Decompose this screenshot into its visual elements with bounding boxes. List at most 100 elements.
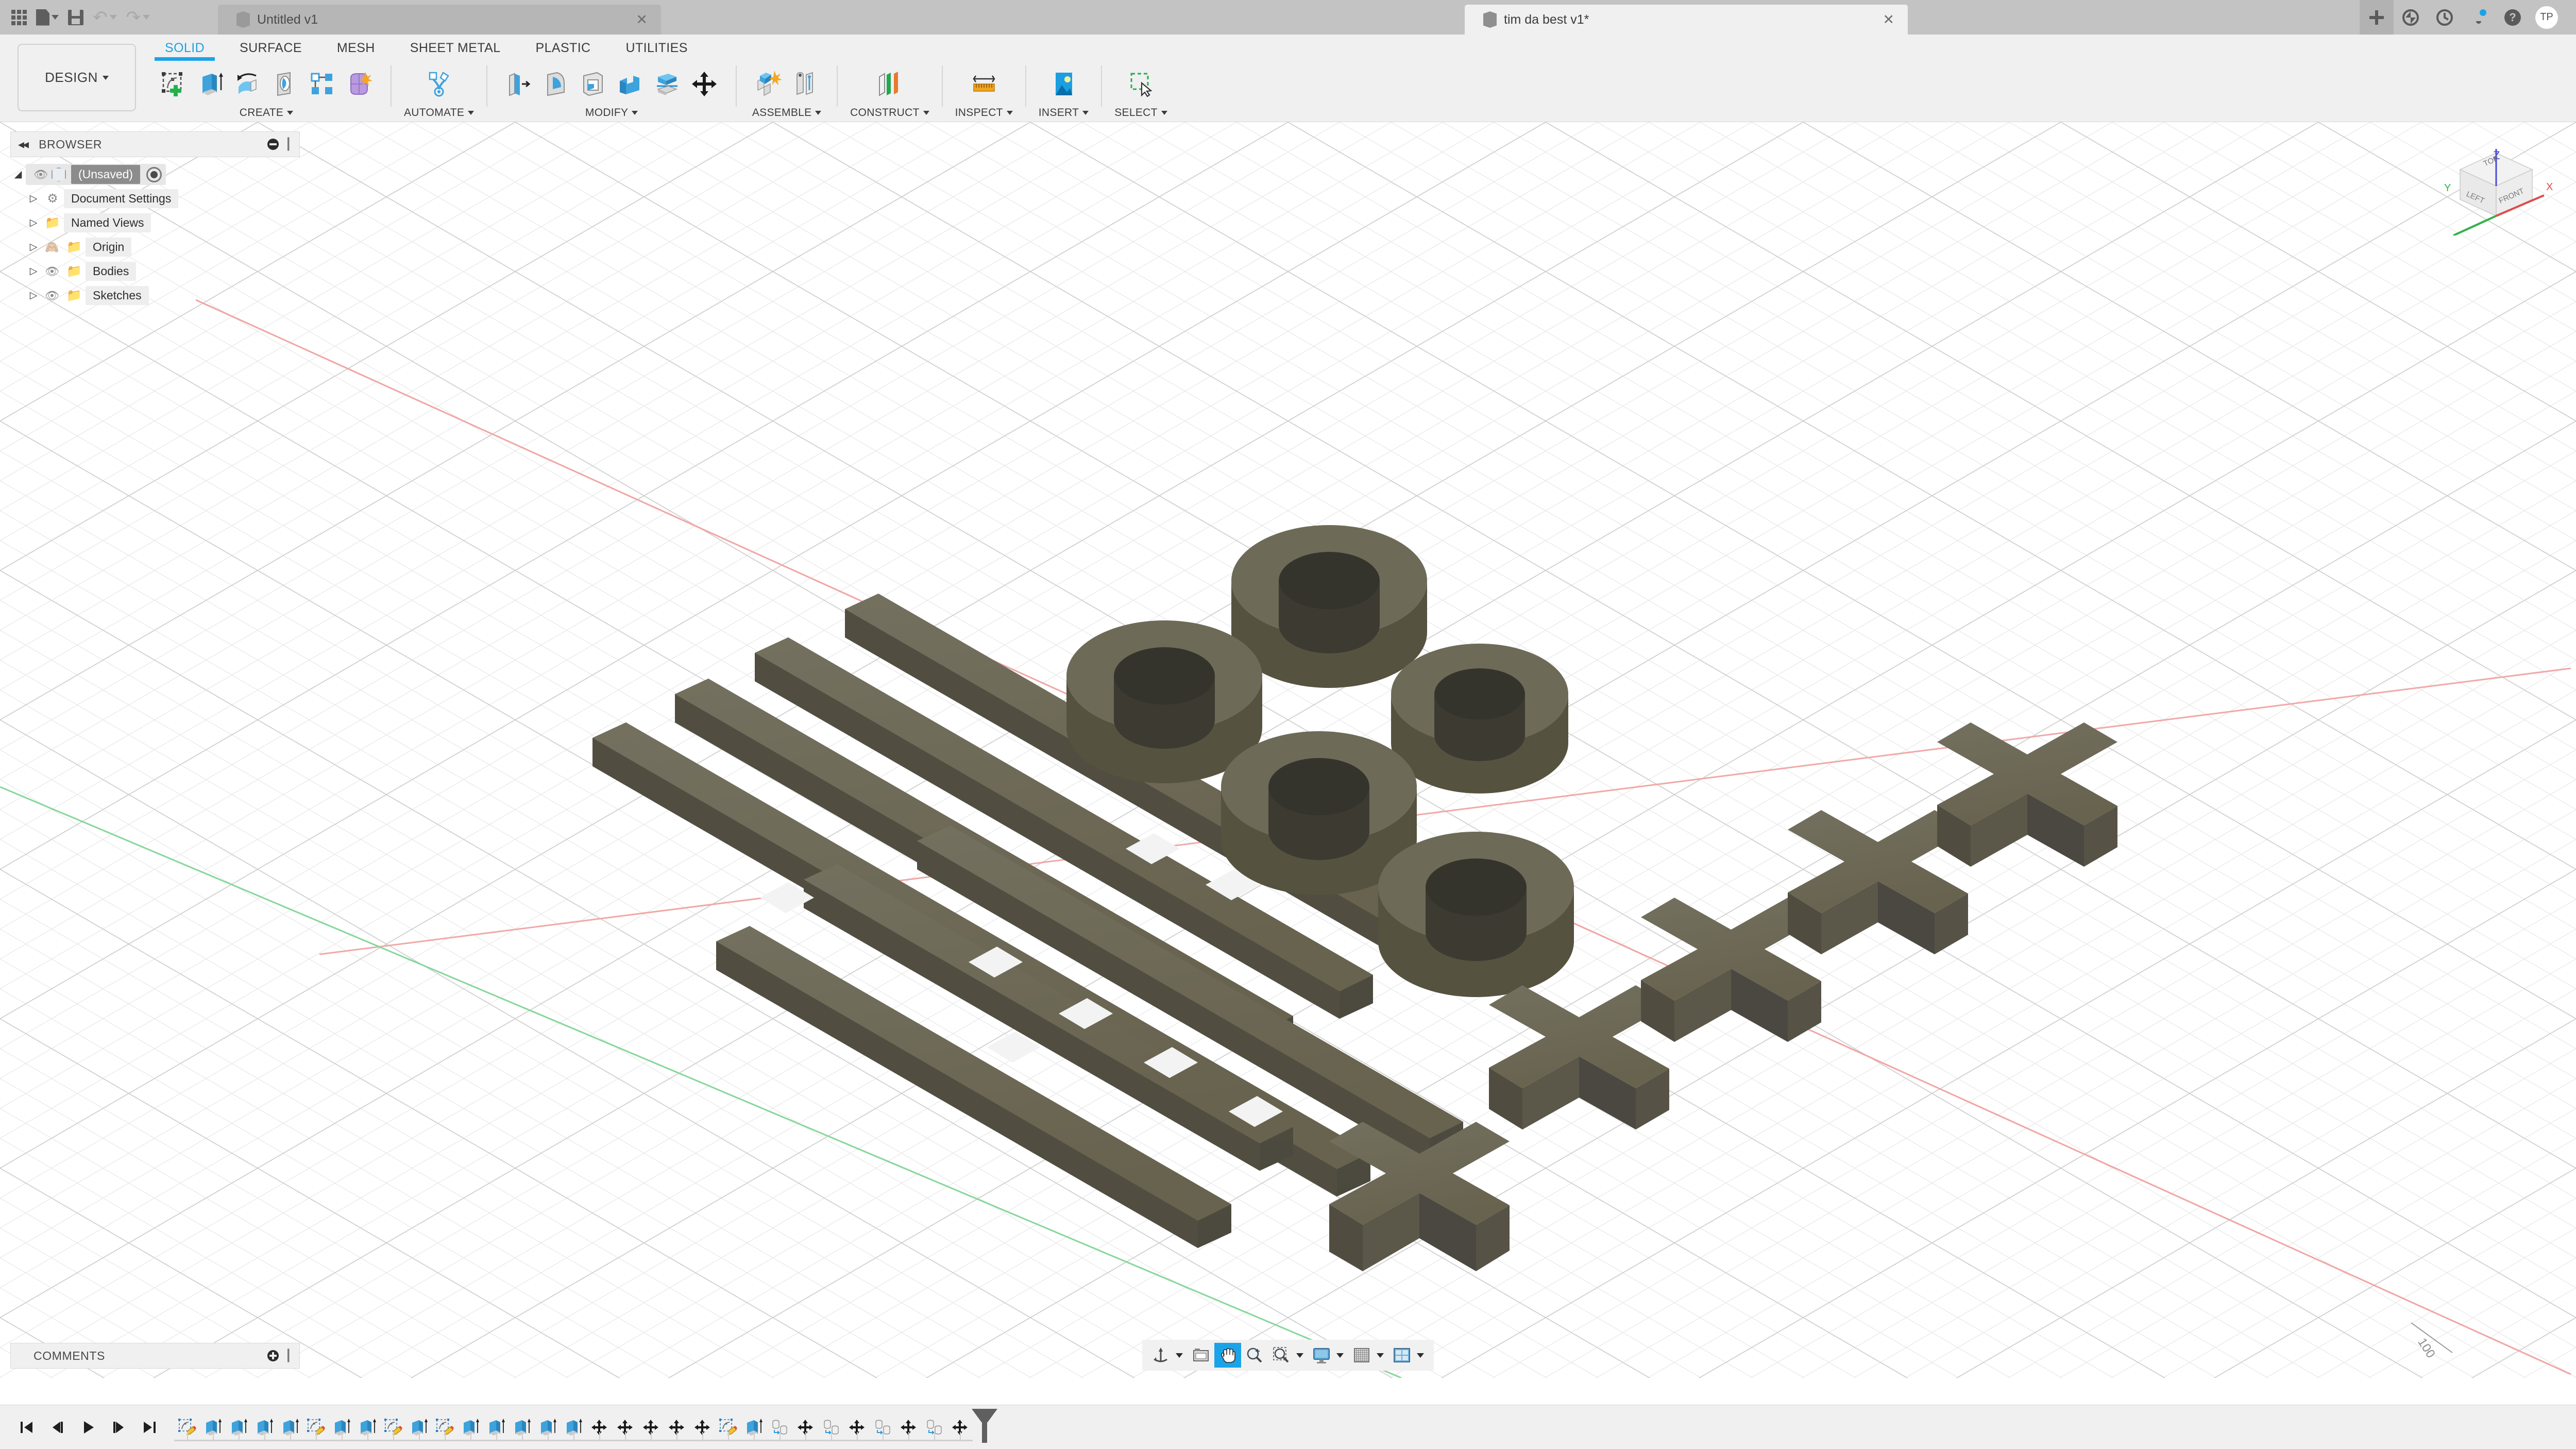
ribbon-tab-solid[interactable]: SOLID	[147, 37, 222, 61]
form-icon[interactable]	[343, 68, 375, 100]
combine-icon[interactable]	[614, 68, 646, 100]
sync-icon[interactable]	[2394, 0, 2428, 35]
viewport-canvas[interactable]	[0, 122, 2576, 1378]
document-tab-untitled[interactable]: Untitled v1 ✕	[218, 5, 661, 35]
skip-to-start-icon[interactable]	[18, 1419, 35, 1436]
twisty-collapsed-icon[interactable]: ▷	[26, 193, 41, 205]
timeline-feature-move-icon[interactable]	[586, 1405, 612, 1449]
extrude-icon[interactable]	[195, 68, 227, 100]
timeline-feature-extrude-icon[interactable]	[354, 1405, 380, 1449]
ribbon-tab-utilities[interactable]: UTILITIES	[608, 37, 705, 61]
chevron-down-icon[interactable]	[1296, 1353, 1303, 1358]
sweep-icon[interactable]	[269, 68, 301, 100]
timeline-feature-sketch-icon[interactable]	[303, 1405, 329, 1449]
ribbon-tab-surface[interactable]: SURFACE	[222, 37, 319, 61]
press-pull-icon[interactable]	[503, 68, 535, 100]
chevron-down-icon[interactable]	[1417, 1353, 1424, 1358]
visibility-eye-hidden-icon[interactable]: 🙈	[41, 241, 63, 254]
chevron-down-icon[interactable]	[1176, 1353, 1183, 1358]
document-tab-tim-da-best[interactable]: tim da best v1* ✕	[1465, 5, 1908, 35]
activate-component-radio[interactable]	[146, 167, 162, 182]
measure-icon[interactable]	[968, 68, 1000, 100]
twisty-collapsed-icon[interactable]: ▷	[26, 217, 41, 229]
save-icon[interactable]	[68, 10, 83, 25]
timeline-feature-extrude-icon[interactable]	[406, 1405, 432, 1449]
view-cube[interactable]: Z Y X TOP LEFT FRONT	[2432, 138, 2561, 235]
play-icon[interactable]	[79, 1419, 97, 1436]
visibility-eye-icon[interactable]: 👁	[41, 265, 63, 278]
timeline-feature-extrude-icon[interactable]	[226, 1405, 251, 1449]
account-avatar[interactable]: TP	[2530, 0, 2564, 35]
apps-grid-icon[interactable]	[11, 10, 27, 25]
timeline-feature-extrude-icon[interactable]	[251, 1405, 277, 1449]
collapse-panel-icon[interactable]: ◂◂	[18, 137, 27, 152]
create-sketch-icon[interactable]	[158, 68, 190, 100]
twisty-collapsed-icon[interactable]: ▷	[26, 290, 41, 301]
grid-snaps-icon[interactable]	[1348, 1343, 1375, 1368]
comments-panel[interactable]: COMMENTS ┃	[10, 1343, 300, 1369]
viewport-3d[interactable]: 100 ◂◂ BROWSER ┃ ◢ 👁 (Unsaved)	[0, 122, 2576, 1378]
panel-resize-grip[interactable]: ┃	[285, 138, 292, 151]
ribbon-tab-sheet-metal[interactable]: SHEET METAL	[393, 37, 518, 61]
insert-image-icon[interactable]	[1048, 68, 1080, 100]
timeline-feature-sketch-icon[interactable]	[380, 1405, 406, 1449]
tree-item-unsaved[interactable]: ◢ 👁 (Unsaved)	[10, 162, 300, 187]
timeline-feature-extrude-icon[interactable]	[741, 1405, 767, 1449]
skip-to-end-icon[interactable]	[141, 1419, 159, 1436]
add-comment-icon[interactable]	[267, 1350, 279, 1361]
step-forward-icon[interactable]	[110, 1419, 128, 1436]
move-copy-icon[interactable]	[688, 68, 720, 100]
timeline-feature-extrude-icon[interactable]	[277, 1405, 303, 1449]
tree-item-bodies[interactable]: ▷ 👁 📁 Bodies	[10, 259, 300, 283]
twisty-collapsed-icon[interactable]: ▷	[26, 241, 41, 253]
timeline-feature-move-icon[interactable]	[664, 1405, 689, 1449]
timeline-feature-list[interactable]	[174, 1405, 973, 1449]
timeline-feature-sketch-icon[interactable]	[715, 1405, 741, 1449]
new-component-icon[interactable]	[752, 68, 784, 100]
body-ring-3[interactable]	[1391, 644, 1568, 794]
visibility-eye-icon[interactable]: 👁	[41, 289, 63, 302]
timeline-feature-move-icon[interactable]	[947, 1405, 973, 1449]
timeline-feature-sketch-icon[interactable]	[174, 1405, 200, 1449]
viewports-icon[interactable]	[1388, 1343, 1415, 1368]
pattern-icon[interactable]	[306, 68, 338, 100]
help-icon[interactable]: ?	[2496, 0, 2530, 35]
timeline-feature-copy-paste-icon[interactable]	[818, 1405, 844, 1449]
timeline-feature-extrude-icon[interactable]	[561, 1405, 586, 1449]
timeline-feature-move-icon[interactable]	[612, 1405, 638, 1449]
tree-item-document-settings[interactable]: ▷ ⚙ Document Settings	[10, 187, 300, 211]
notifications-bell-icon[interactable]	[2462, 0, 2496, 35]
chevron-down-icon[interactable]	[1336, 1353, 1344, 1358]
timeline-feature-extrude-icon[interactable]	[535, 1405, 561, 1449]
new-file-icon[interactable]	[36, 9, 59, 26]
timeline-feature-extrude-icon[interactable]	[200, 1405, 226, 1449]
timeline-feature-extrude-icon[interactable]	[483, 1405, 509, 1449]
close-icon[interactable]: ✕	[1862, 12, 1894, 28]
split-face-icon[interactable]	[651, 68, 683, 100]
pan-hand-icon[interactable]	[1214, 1343, 1241, 1368]
offset-plane-icon[interactable]	[874, 68, 906, 100]
display-settings-icon[interactable]	[1308, 1343, 1335, 1368]
timeline-feature-copy-paste-icon[interactable]	[767, 1405, 792, 1449]
timeline-feature-extrude-icon[interactable]	[329, 1405, 354, 1449]
undo-icon[interactable]: ↶	[93, 9, 117, 26]
workspace-switcher-button[interactable]: DESIGN	[18, 44, 136, 111]
ribbon-tab-mesh[interactable]: MESH	[319, 37, 393, 61]
joint-icon[interactable]	[789, 68, 821, 100]
minimize-panel-icon[interactable]	[267, 139, 279, 150]
tree-item-origin[interactable]: ▷ 🙈 📁 Origin	[10, 235, 300, 259]
look-at-icon[interactable]	[1188, 1343, 1214, 1368]
timeline-feature-copy-paste-icon[interactable]	[921, 1405, 947, 1449]
body-ring-1[interactable]	[1231, 525, 1427, 688]
history-clock-icon[interactable]	[2428, 0, 2462, 35]
shell-icon[interactable]	[577, 68, 609, 100]
timeline-feature-move-icon[interactable]	[638, 1405, 664, 1449]
add-tab-button[interactable]	[2360, 0, 2394, 35]
zoom-window-icon[interactable]	[1268, 1343, 1295, 1368]
visibility-eye-icon[interactable]: 👁	[30, 168, 52, 181]
chevron-down-icon[interactable]	[1377, 1353, 1384, 1358]
close-icon[interactable]: ✕	[615, 12, 648, 28]
redo-icon[interactable]: ↷	[126, 9, 150, 26]
timeline-playhead[interactable]	[982, 1411, 987, 1443]
panel-resize-grip[interactable]: ┃	[285, 1349, 292, 1362]
